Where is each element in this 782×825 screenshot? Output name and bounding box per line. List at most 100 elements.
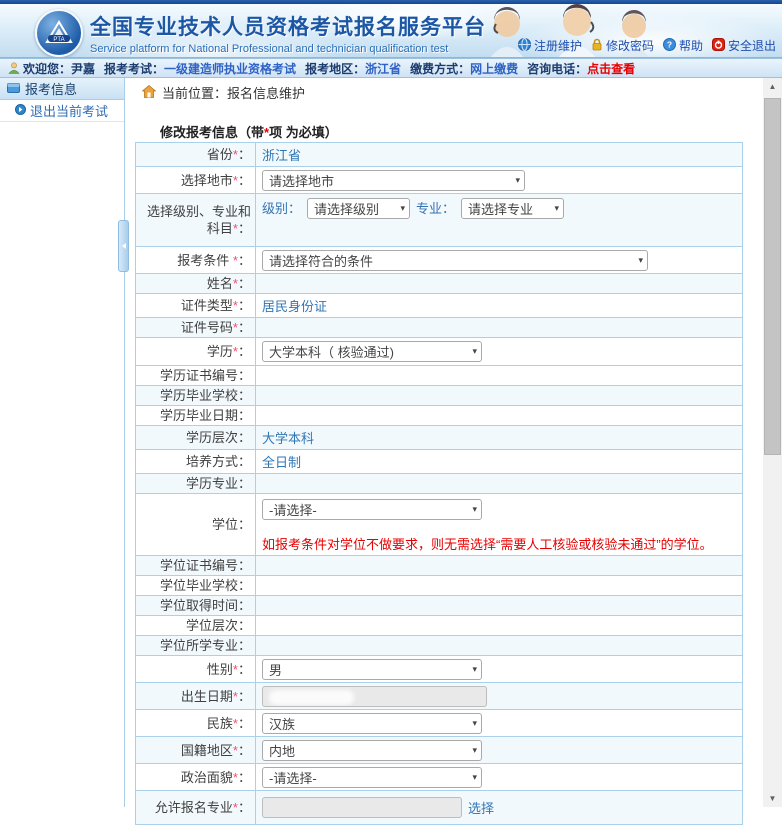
safe-logout-link[interactable]: 安全退出 [712,37,776,54]
exam-label: 报考考试： [104,60,164,77]
form-row-edu-level: 学历层次：大学本科 [136,426,742,450]
scroll-up-button[interactable]: ▲ [763,78,782,95]
form-row-degree-school: 学位毕业学校： [136,576,742,596]
form-title: 修改报考信息（带*项 为必填） [160,122,763,141]
id-type-value: 居民身份证 [262,296,327,315]
edu-level-value: 大学本科 [262,428,314,447]
help-link[interactable]: ? 帮助 [663,37,703,54]
welcome-bar: 欢迎您： 尹嘉 报考考试： 一级建造师执业资格考试 报考地区： 浙江省 缴费方式… [0,58,782,78]
select-arrow-icon: ▾ [466,718,477,729]
form-row-id-type: 证件类型*： 居民身份证 [136,294,742,318]
phone-click-link[interactable]: 点击查看 [587,60,635,77]
field-value-degree-school [256,576,742,595]
form-row-birth-date: 出生日期*： [136,683,742,710]
major-select-value: 请选择专业 [468,199,533,218]
sidebar: 报考信息 退出当前考试 [0,78,125,807]
sidebar-item-exit-current-exam[interactable]: 退出当前考试 [0,100,124,122]
province-value: 浙江省 [262,145,301,164]
payment-label: 缴费方式： [410,60,470,77]
field-value-province: 浙江省 [256,143,742,166]
form-row-degree-major: 学位所学专业： [136,636,742,656]
field-value-birth-date [256,683,742,709]
level-select[interactable]: 请选择级别▾ [307,198,410,219]
select-arrow-icon: ▾ [466,745,477,756]
select-arrow-icon: ▾ [632,255,643,266]
sidebar-header-exam-info[interactable]: 报考信息 [0,78,124,100]
field-value-gender: 男▾ [256,656,742,682]
vertical-scrollbar[interactable]: ▲ ▼ [763,78,782,807]
form-row-gender: 性别*： 男▾ [136,656,742,683]
edu-mode-value: 全日制 [262,452,301,471]
arrow-bullet-icon [15,103,26,118]
field-label-edu-major: 学历专业： [136,474,256,493]
registration-form: 省份*：浙江省选择地市*：请选择地市▾选择级别、专业和科目*：级别：请选择级别▾… [135,142,743,825]
city-select[interactable]: 请选择地市▾ [262,170,525,191]
content-area: 当前位置：报名信息维护 修改报考信息（带*项 为必填） 省份*：浙江省选择地市*… [126,78,763,807]
major-select[interactable]: 请选择专业▾ [461,198,564,219]
field-label-degree: 学位： [136,494,256,555]
field-label-ethnicity: 民族*： [136,710,256,736]
field-label-id-number: 证件号码*： [136,318,256,337]
form-row-level-major: 选择级别、专业和科目*：级别：请选择级别▾专业：请选择专业▾ [136,194,742,247]
education-select-value: 大学本科（ 核验通过) [269,342,394,361]
field-label-degree-level: 学位层次： [136,616,256,635]
birth-date-input [262,686,487,707]
breadcrumb: 当前位置：报名信息维护 [126,78,763,102]
gender-select[interactable]: 男▾ [262,659,482,680]
ethnicity-select[interactable]: 汉族▾ [262,713,482,734]
form-row-condition: 报考条件 *：请选择符合的条件▾ [136,247,742,274]
form-row-ethnicity: 民族*： 汉族▾ [136,710,742,737]
field-label-politics: 政治面貌*： [136,764,256,790]
form-row-allowed-major: 允许报名专业*： 选择 [136,791,742,825]
register-maintain-link[interactable]: 注册维护 [518,37,582,54]
change-password-link[interactable]: 修改密码 [591,37,654,54]
field-label-edu-mode: 培养方式： [136,450,256,473]
field-label-gender: 性别*： [136,656,256,682]
form-row-politics: 政治面貌*： -请选择-▾ [136,764,742,791]
degree-note: 如报考条件对学位不做要求，则无需选择“需要人工核验或核验未通过”的学位。 [262,534,713,553]
field-label-id-type: 证件类型*： [136,294,256,317]
field-label-nationality: 国籍地区*： [136,737,256,763]
field-value-degree-level [256,616,742,635]
condition-select[interactable]: 请选择符合的条件▾ [262,250,648,271]
field-label-degree-school: 学位毕业学校： [136,576,256,595]
sidebar-collapse-handle[interactable] [118,220,129,272]
nationality-select[interactable]: 内地▾ [262,740,482,761]
globe-icon [518,38,531,54]
field-label-allowed-major: 允许报名专业*： [136,791,256,824]
field-label-birth-date: 出生日期*： [136,683,256,709]
pta-logo: PTA [35,9,83,57]
select-arrow-icon: ▾ [509,175,520,186]
svg-text:?: ? [667,39,672,49]
region-label: 报考地区： [305,60,365,77]
form-row-edu-mode: 培养方式： 全日制 [136,450,742,474]
power-icon [712,38,725,54]
field-label-province: 省份*： [136,143,256,166]
user-icon [8,62,20,74]
form-row-degree: 学位： -请选择-▾ 如报考条件对学位不做要求，则无需选择“需要人工核验或核验未通过… [136,494,742,556]
lock-icon [591,38,603,54]
field-value-ethnicity: 汉族▾ [256,710,742,736]
form-row-name: 姓名*： [136,274,742,294]
help-icon: ? [663,38,676,54]
form-row-edu-date: 学历毕业日期： [136,406,742,426]
scroll-down-button[interactable]: ▼ [763,790,782,807]
education-select[interactable]: 大学本科（ 核验通过) ▾ [262,341,482,362]
form-row-id-number: 证件号码*： [136,318,742,338]
scrollbar-thumb[interactable] [764,98,781,455]
select-arrow-icon: ▾ [466,346,477,357]
site-title: 全国专业技术人员资格考试报名服务平台 [90,11,486,41]
field-label-degree-major: 学位所学专业： [136,636,256,655]
major-label: 专业： [416,198,455,217]
welcome-username: 尹嘉 [71,60,95,77]
form-row-degree-cert-no: 学位证书编号： [136,556,742,576]
politics-select[interactable]: -请选择-▾ [262,767,482,788]
degree-select[interactable]: -请选择-▾ [262,499,482,520]
select-arrow-icon: ▾ [466,772,477,783]
field-value-politics: -请选择-▾ [256,764,742,790]
choose-allowed-major-link[interactable]: 选择 [468,798,494,817]
form-row-nationality: 国籍地区*： 内地▾ [136,737,742,764]
form-row-degree-level: 学位层次： [136,616,742,636]
main-area: 报考信息 退出当前考试 当前位置：报名信息维护 修改报考信息（带*项 为必填） … [0,78,782,807]
select-arrow-icon: ▾ [466,664,477,675]
